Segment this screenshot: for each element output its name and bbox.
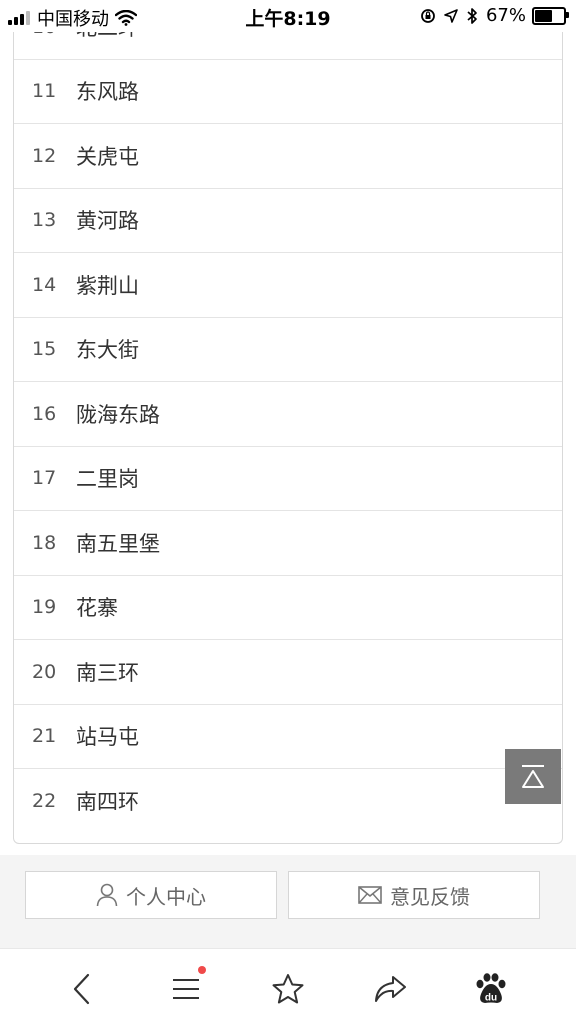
baidu-paw-icon: du [476,973,506,1004]
station-name: 关虎屯 [76,144,139,169]
back-to-top-icon [522,764,544,788]
back-icon [73,973,90,1005]
station-row[interactable]: 18 南五里堡 [14,511,562,576]
station-row[interactable]: 13 黄河路 [14,189,562,253]
station-number: 16 [32,402,57,425]
station-number: 19 [32,596,57,619]
station-name: 花寨 [76,596,118,621]
battery-icon [532,6,569,25]
bottom-toolbar: du [0,948,576,1024]
station-number: 12 [32,144,57,167]
feedback-button[interactable]: 意见反馈 [288,871,540,919]
station-number: 14 [32,273,57,296]
station-number: 21 [32,725,57,748]
station-row[interactable]: 19 花寨 [14,576,562,640]
station-number: 18 [32,531,57,554]
svg-text:du: du [485,993,497,1004]
footer-area: 个人中心 意见反馈 [0,855,576,948]
station-name: 南四环 [76,790,139,815]
back-to-top-button[interactable] [505,749,561,804]
share-button[interactable] [370,969,410,1009]
baidu-button[interactable]: du [471,969,511,1009]
station-row[interactable]: 11 东风路 [14,60,562,124]
station-row[interactable]: 16 陇海东路 [14,382,562,447]
station-name: 站马屯 [76,725,139,750]
star-icon [272,974,304,1004]
station-name: 二里岗 [76,467,139,492]
status-bar: 中国移动 上午8:19 67% [0,0,576,32]
station-name: 紫荆山 [76,273,139,298]
user-icon [96,883,118,907]
station-number: 20 [32,660,57,683]
station-row[interactable]: 21 站马屯 [14,705,562,769]
status-right: 67% [412,5,569,26]
menu-icon [173,979,199,999]
bluetooth-icon [467,7,477,24]
station-name: 东风路 [76,80,139,105]
station-number: 17 [32,467,57,490]
favorite-button[interactable] [268,969,308,1009]
station-name: 南五里堡 [76,531,160,556]
station-list: 10北二环11东风路12关虎屯13黄河路14紫荆山15东大街16陇海东路17二里… [14,0,562,834]
station-name: 南三环 [76,660,139,685]
menu-button[interactable] [166,966,206,1009]
notification-badge [198,966,206,974]
location-icon [444,8,458,23]
station-name: 黄河路 [76,209,139,234]
share-icon [375,976,406,1002]
station-name: 东大街 [76,338,139,363]
station-row[interactable]: 17 二里岗 [14,447,562,511]
mail-icon [358,886,382,904]
station-row[interactable]: 14 紫荆山 [14,253,562,318]
battery-percent: 67% [485,5,526,26]
station-number: 15 [32,338,57,361]
station-name: 陇海东路 [76,402,160,427]
station-number: 13 [32,209,57,232]
station-row[interactable]: 15 东大街 [14,318,562,382]
back-button[interactable] [62,969,102,1009]
station-list-card: 10北二环11东风路12关虎屯13黄河路14紫荆山15东大街16陇海东路17二里… [13,0,563,844]
station-number: 11 [32,80,57,103]
station-row[interactable]: 22 南四环 [14,769,562,834]
station-number: 22 [32,790,57,813]
station-row[interactable]: 20 南三环 [14,640,562,705]
personal-center-button[interactable]: 个人中心 [25,871,277,919]
feedback-label: 意见反馈 [390,884,470,909]
personal-center-label: 个人中心 [126,884,206,909]
station-row[interactable]: 12 关虎屯 [14,124,562,189]
rotation-lock-icon [421,8,435,23]
